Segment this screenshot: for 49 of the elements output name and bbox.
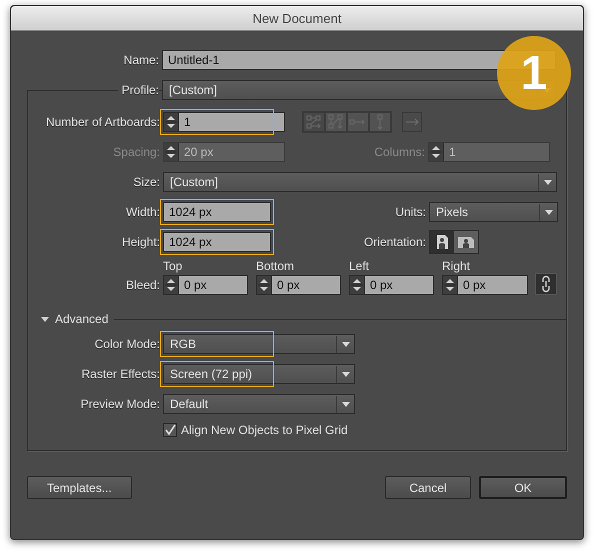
input-field[interactable]: 1024 px xyxy=(163,202,271,222)
checkbox[interactable] xyxy=(163,423,177,437)
stepper-icon[interactable] xyxy=(164,113,179,131)
input-field[interactable]: 1024 px xyxy=(163,232,271,252)
field-label: Top xyxy=(163,259,184,275)
dropdown[interactable]: Screen (72 ppi) xyxy=(163,364,355,384)
dialog-button[interactable]: Templates... xyxy=(27,476,132,499)
landscape-button[interactable] xyxy=(454,231,478,253)
number-field[interactable]: 0 px xyxy=(163,275,248,295)
field-label: Name: xyxy=(122,53,160,67)
field-label: Color Mode: xyxy=(94,337,161,351)
field-label: Spacing: xyxy=(112,145,161,159)
checkbox-label: Align New Objects to Pixel Grid xyxy=(181,423,348,437)
step-badge-overlay: 1 xyxy=(497,36,571,110)
dialog-button[interactable]: OK xyxy=(479,476,567,499)
expanded-triangle-icon[interactable] xyxy=(41,315,49,323)
field-label: Orientation: xyxy=(362,235,427,249)
stepper-icon[interactable] xyxy=(443,276,458,294)
stepper-icon[interactable] xyxy=(164,276,179,294)
window-title: New Document xyxy=(252,10,342,26)
field-label: Width: xyxy=(124,205,161,219)
number-field[interactable]: 0 px xyxy=(442,275,528,295)
field-label: Size: xyxy=(132,175,161,189)
field-label: Number of Artboards: xyxy=(44,115,161,129)
field-label: Columns: xyxy=(373,145,426,159)
number-field[interactable]: 0 px xyxy=(256,275,341,295)
dropdown[interactable]: RGB xyxy=(163,334,355,354)
field-label: Bleed: xyxy=(124,277,161,294)
field-label: Raster Effects: xyxy=(80,367,161,381)
field-label: Profile: xyxy=(118,83,159,97)
landscape-page-icon xyxy=(457,234,475,250)
number-field[interactable]: 1 xyxy=(163,112,285,132)
field-label: Bottom xyxy=(256,259,296,275)
field-label: Height: xyxy=(120,235,161,249)
dropdown[interactable]: Pixels xyxy=(429,202,558,222)
section-label: Advanced xyxy=(55,312,108,326)
stepper-icon[interactable] xyxy=(350,276,365,294)
chain-link-icon[interactable] xyxy=(535,273,557,295)
dropdown[interactable]: Default xyxy=(163,394,355,414)
field-label: Right xyxy=(442,259,472,275)
field-label: Preview Mode: xyxy=(80,397,161,411)
field-label: Units: xyxy=(394,205,427,219)
portrait-button[interactable] xyxy=(430,231,454,253)
number-field[interactable]: 0 px xyxy=(349,275,434,295)
dialog-button[interactable]: Cancel xyxy=(385,476,471,499)
dropdown[interactable]: [Custom] xyxy=(163,172,557,192)
stepper-icon[interactable] xyxy=(257,276,272,294)
portrait-page-icon xyxy=(435,234,449,250)
field-label: Left xyxy=(349,259,370,275)
